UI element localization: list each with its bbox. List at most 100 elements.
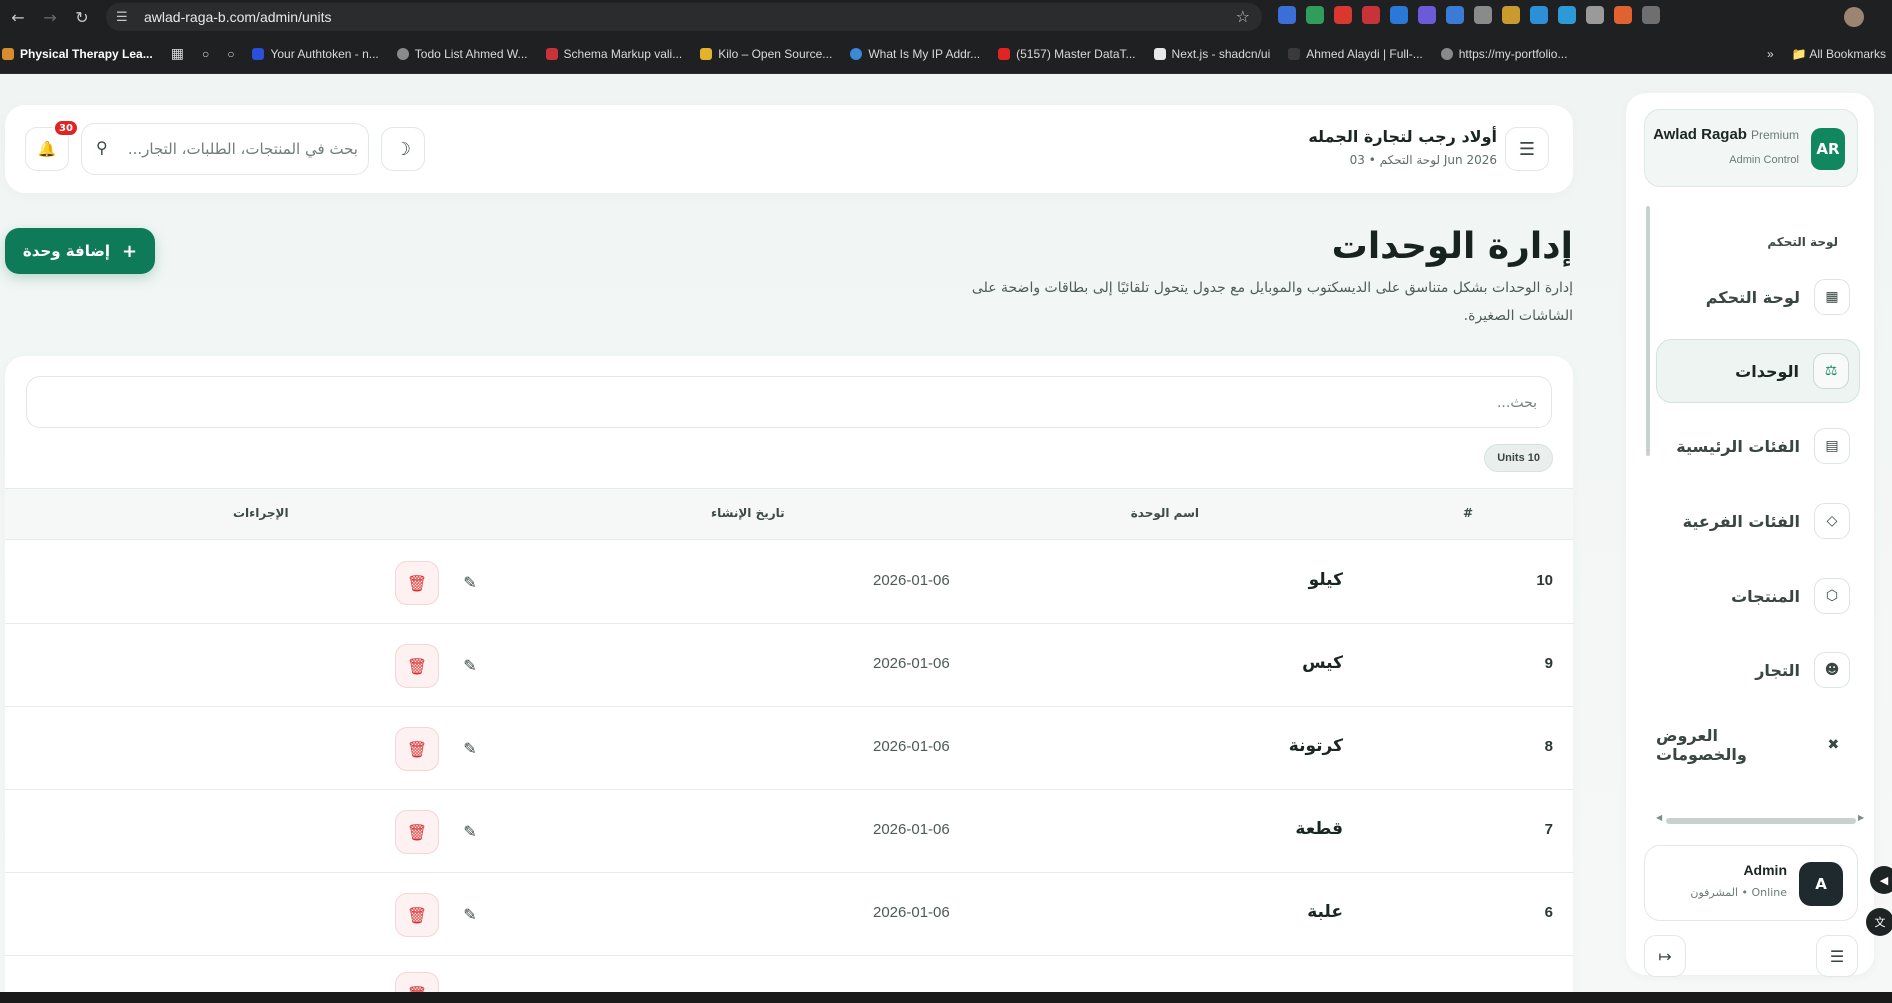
bookmark-star-icon[interactable]: ☆ [1236,7,1250,26]
delete-button[interactable]: 🗑 [395,644,439,688]
sidebar-item-dashboard[interactable]: لوحة التحكم ▦ [1656,265,1860,329]
extension-icon[interactable] [1530,6,1548,24]
puzzle-icon[interactable] [1642,6,1660,24]
sidebar-item-label: الوحدات [1735,361,1799,381]
sidebar-item-subcategories[interactable]: الفئات الفرعية ◇ [1656,489,1860,553]
brand-tag: Premium [1750,128,1799,142]
delete-button[interactable]: 🗑 [395,561,439,605]
bookmark-item[interactable]: What Is My IP Addr... [850,47,980,61]
bookmark-favicon-icon [850,47,863,60]
all-bookmarks-folder[interactable]: 📁 All Bookmarks [1792,47,1886,61]
extension-icon[interactable] [1558,6,1576,24]
created-date: 2026-01-06 [873,904,950,921]
admin-status: المشرفون • Online [1690,886,1787,899]
extension-icon[interactable] [1586,6,1604,24]
floating-collapse-button[interactable]: ◀ [1870,866,1892,894]
sidebar-scrollbar[interactable] [1646,206,1650,456]
row-number: 8 [1544,738,1553,755]
scroll-right-icon[interactable]: ▶ [1858,813,1864,822]
extensions-bar [1278,6,1660,24]
sidebar-section-label: لوحة التحكم [1767,235,1838,249]
sidebar-horizontal-scrollbar[interactable] [1666,818,1856,824]
bookmark-favicon-icon [545,47,558,60]
bookmark-item[interactable]: Ahmed Alaydi | Full-... [1288,47,1423,61]
forward-icon[interactable]: → [36,3,64,31]
extension-icon[interactable] [1390,6,1408,24]
bookmark-item[interactable]: (5157) Master DataT... [998,47,1136,61]
bookmark-item[interactable]: Todo List Ahmed W... [396,47,528,61]
unit-name: كيلو [1308,570,1343,590]
address-bar[interactable]: ☰ awlad-raga-b.com/admin/units ☆ [106,3,1262,31]
edit-button[interactable]: ✎ [455,733,485,763]
sidebar-item-main-categories[interactable]: الفئات الرئيسية ▤ [1656,414,1860,478]
sidebar-item-offers[interactable]: العروض والخصومات ✖ [1656,713,1860,777]
trash-icon: 🗑 [406,573,428,593]
extension-icon[interactable] [1474,6,1492,24]
plus-icon: + [121,240,138,262]
notifications-badge: 30 [53,119,79,137]
bookmark-item[interactable]: Kilo – Open Source... [700,47,832,61]
bookmark-favicon-icon [252,47,265,60]
translate-icon: 文 [1874,916,1886,929]
add-unit-label: إضافة وحدة [22,242,110,260]
back-icon[interactable]: ← [4,3,32,31]
globe-icon[interactable]: ○ [227,47,234,61]
theme-toggle-button[interactable]: ☽ [381,127,425,171]
bookmark-item[interactable]: Schema Markup vali... [545,47,682,61]
site-settings-icon[interactable]: ☰ [116,10,138,25]
scroll-left-icon[interactable]: ◀ [1656,813,1662,822]
header-menu-button[interactable]: ☰ [1505,127,1549,171]
logout-button[interactable]: ↦ [1644,935,1686,977]
extension-icon[interactable] [1362,6,1380,24]
reload-icon[interactable]: ↻ [68,3,96,31]
extension-icon[interactable] [1334,6,1352,24]
more-bookmarks-icon[interactable]: » [1767,47,1774,61]
trash-icon: 🗑 [406,822,428,842]
admin-profile-card[interactable]: A Admin المشرفون • Online [1644,845,1858,921]
edit-button[interactable]: ✎ [455,816,485,846]
brand-logo: AR [1811,128,1845,170]
column-header-actions: الإجراءات [233,506,289,520]
extension-icon[interactable] [1614,6,1632,24]
delete-button[interactable]: 🗑 [395,727,439,771]
table-row: 10 كيلو 2026-01-06 ✎ 🗑 [5,541,1573,624]
edit-button[interactable]: ✎ [455,899,485,929]
edit-button[interactable]: ✎ [455,650,485,680]
sidebar-menu-button[interactable]: ☰ [1816,935,1858,977]
row-number: 7 [1544,821,1553,838]
profile-avatar[interactable] [1844,7,1864,27]
delete-button[interactable]: 🗑 [395,893,439,937]
bookmark-item[interactable]: Physical Therapy Lea... [2,47,153,61]
bookmark-item[interactable]: https://my-portfolio... [1440,47,1567,61]
extension-icon[interactable] [1306,6,1324,24]
globe-icon[interactable]: ○ [202,47,209,61]
extension-icon[interactable] [1418,6,1436,24]
unit-name: علبة [1307,902,1343,922]
bookmark-item[interactable]: Next.js - shadcn/ui [1153,47,1270,61]
all-bookmarks-label: All Bookmarks [1809,47,1886,61]
units-count-badge: Units 10 [1484,444,1553,472]
extension-icon[interactable] [1446,6,1464,24]
global-search-input[interactable] [122,134,358,164]
translate-button[interactable]: 文 [1866,908,1892,936]
menu-icon: ☰ [1518,138,1536,160]
table-search-input[interactable] [43,388,1537,418]
bell-icon: 🔔 [37,140,57,158]
row-number: 6 [1544,904,1553,921]
sidebar-item-merchants[interactable]: التجار ☻ [1656,638,1860,702]
bookmark-favicon-icon [1288,47,1301,60]
brand-name-text: Awlad Ragab [1653,126,1747,143]
url-text: awlad-raga-b.com/admin/units [144,9,332,25]
extension-icon[interactable] [1278,6,1296,24]
sidebar: AR Awlad Ragab Premium Admin Control لوحة… [1626,93,1874,977]
delete-button[interactable]: 🗑 [395,810,439,854]
apps-grid-icon[interactable]: ▦ [171,45,184,62]
bookmark-item[interactable]: Your Authtoken - n... [252,47,379,61]
extension-icon[interactable] [1502,6,1520,24]
sidebar-item-products[interactable]: المنتجات ⬡ [1656,564,1860,628]
moon-icon: ☽ [394,138,412,160]
table-row: 9 كيس 2026-01-06 ✎ 🗑 [5,624,1573,707]
add-unit-button[interactable]: إضافة وحدة + [5,228,155,274]
edit-button[interactable]: ✎ [455,567,485,597]
sidebar-item-units[interactable]: الوحدات ⚖ [1656,339,1860,403]
